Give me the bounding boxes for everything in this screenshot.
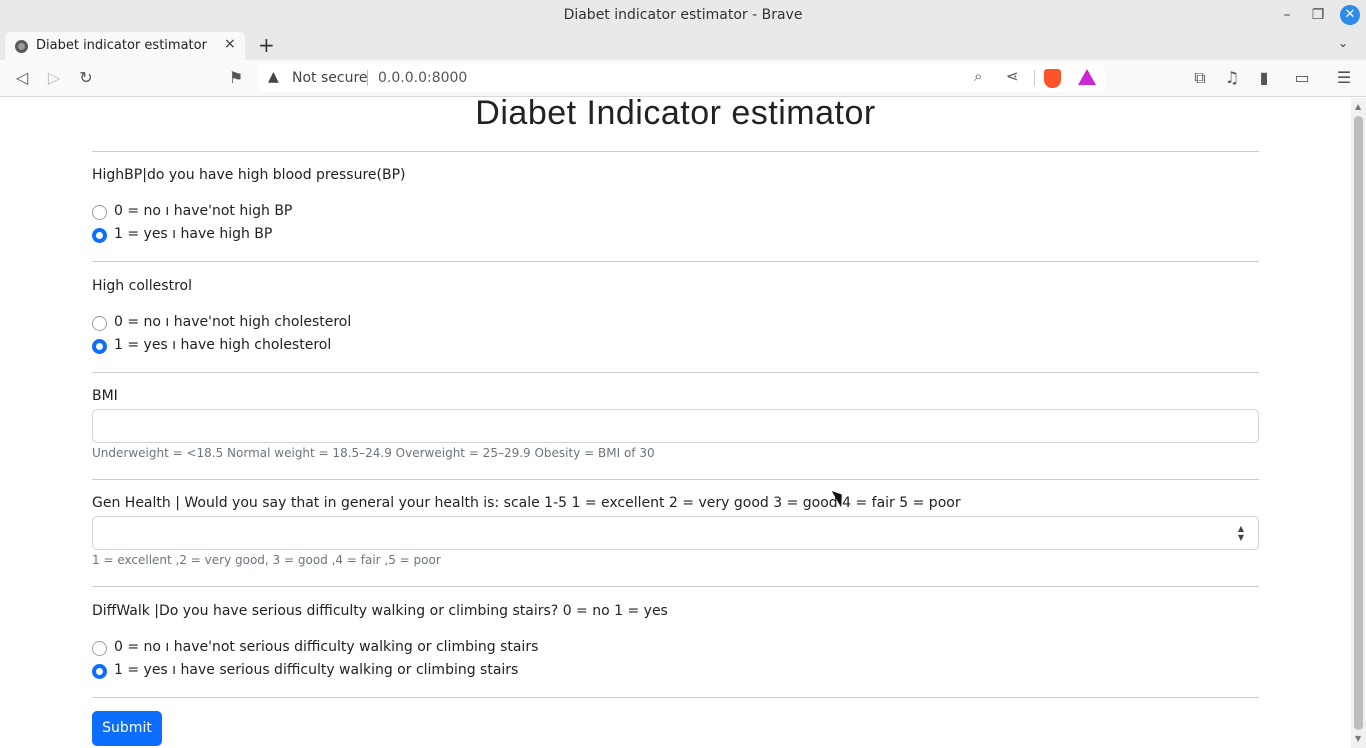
genhlth-help-text: 1 = excellent ,2 = very good, 3 = good ,…	[92, 553, 441, 567]
address-bar[interactable]: ▲ Not secure 0.0.0.0:8000 ⌕ ⋖	[258, 64, 1105, 92]
forward-icon[interactable]: ▷	[44, 68, 64, 88]
extensions-icon[interactable]: ⧉	[1190, 68, 1210, 88]
bmi-input[interactable]	[92, 409, 1259, 443]
highchol-option-label[interactable]: 0 = no ı have'not high cholesterol	[114, 314, 351, 330]
diffwalk-option-label[interactable]: 0 = no ı have'not serious difficulty wal…	[114, 639, 538, 655]
divider	[1034, 70, 1035, 86]
not-secure-label[interactable]: Not secure	[292, 70, 368, 86]
window-titlebar: Diabet indicator estimator - Brave – ❐ ✕	[0, 0, 1366, 30]
new-tab-icon[interactable]: +	[258, 33, 275, 57]
globe-icon	[15, 40, 28, 53]
divider	[92, 151, 1259, 152]
window-title: Diabet indicator estimator - Brave	[563, 7, 803, 23]
scroll-thumb[interactable]	[1354, 116, 1363, 730]
diffwalk-label: DiffWalk |Do you have serious difficulty…	[92, 603, 668, 619]
bmi-label: BMI	[92, 388, 118, 404]
highbp-radio-1[interactable]	[92, 228, 107, 243]
highchol-label: High collestrol	[92, 278, 192, 294]
tab-title: Diabet indicator estimator	[36, 38, 207, 53]
diffwalk-radio-0[interactable]	[92, 641, 107, 656]
highchol-radio-1[interactable]	[92, 339, 107, 354]
divider	[92, 372, 1259, 373]
highchol-option-label[interactable]: 1 = yes ı have high cholesterol	[114, 337, 331, 353]
page-scrollbar[interactable]: ▲ ▼	[1351, 98, 1366, 748]
scroll-up-icon[interactable]: ▲	[1355, 102, 1361, 111]
maximize-icon[interactable]: ❐	[1308, 5, 1328, 25]
zoom-icon[interactable]: ⌕	[974, 67, 982, 85]
brave-shields-icon[interactable]	[1044, 69, 1061, 88]
browser-toolbar: ◁ ▷ ↻ ⚑ ▲ Not secure 0.0.0.0:8000 ⌕ ⋖ ⧉ …	[0, 60, 1366, 97]
diffwalk-radio-1[interactable]	[92, 664, 107, 679]
page-viewport: Diabet İndicator estimator HighBP|do you…	[0, 98, 1351, 748]
highbp-label: HighBP|do you have high blood pressure(B…	[92, 167, 406, 183]
back-icon[interactable]: ◁	[12, 68, 32, 88]
divider	[367, 70, 368, 86]
sidebar-icon[interactable]: ▮	[1254, 68, 1274, 88]
bmi-help-text: Underweight = <18.5 Normal weight = 18.5…	[92, 446, 655, 460]
genhlth-number-input[interactable]: ▲ ▼	[92, 516, 1259, 550]
divider	[92, 697, 1259, 698]
divider	[92, 261, 1259, 262]
divider	[92, 479, 1259, 480]
genhlth-label: Gen Health | Would you say that in gener…	[92, 495, 961, 511]
brave-rewards-icon[interactable]	[1078, 69, 1096, 85]
scroll-down-icon[interactable]: ▼	[1355, 734, 1361, 743]
url-text[interactable]: 0.0.0.0:8000	[378, 70, 467, 86]
divider	[92, 586, 1259, 587]
diffwalk-option-label[interactable]: 1 = yes ı have serious difficulty walkin…	[114, 662, 518, 678]
reload-icon[interactable]: ↻	[76, 68, 96, 88]
submit-button[interactable]: Submit	[92, 711, 162, 746]
highbp-option-label[interactable]: 1 = yes ı have high BP	[114, 226, 272, 242]
menu-icon[interactable]: ☰	[1334, 68, 1354, 88]
highbp-option-label[interactable]: 0 = no ı have'not high BP	[114, 203, 292, 219]
bookmark-icon[interactable]: ⚑	[226, 68, 246, 88]
tab-list-chevron-icon[interactable]: ⌄	[1338, 36, 1348, 50]
tab-active[interactable]: Diabet indicator estimator ×	[5, 32, 245, 62]
warning-icon[interactable]: ▲	[268, 69, 279, 85]
share-icon[interactable]: ⋖	[1006, 67, 1019, 85]
tab-close-icon[interactable]: ×	[224, 36, 236, 52]
page-title: Diabet İndicator estimator	[475, 98, 876, 132]
highbp-radio-0[interactable]	[92, 205, 107, 220]
wallet-icon[interactable]: ▭	[1292, 68, 1312, 88]
minimize-icon[interactable]: –	[1277, 5, 1297, 25]
close-icon[interactable]: ✕	[1340, 5, 1360, 25]
highchol-radio-0[interactable]	[92, 316, 107, 331]
spinner-icon[interactable]: ▲ ▼	[1236, 524, 1246, 542]
tab-bar: Diabet indicator estimator × + ⌄	[0, 30, 1366, 62]
media-icon[interactable]: ♫	[1222, 68, 1242, 88]
